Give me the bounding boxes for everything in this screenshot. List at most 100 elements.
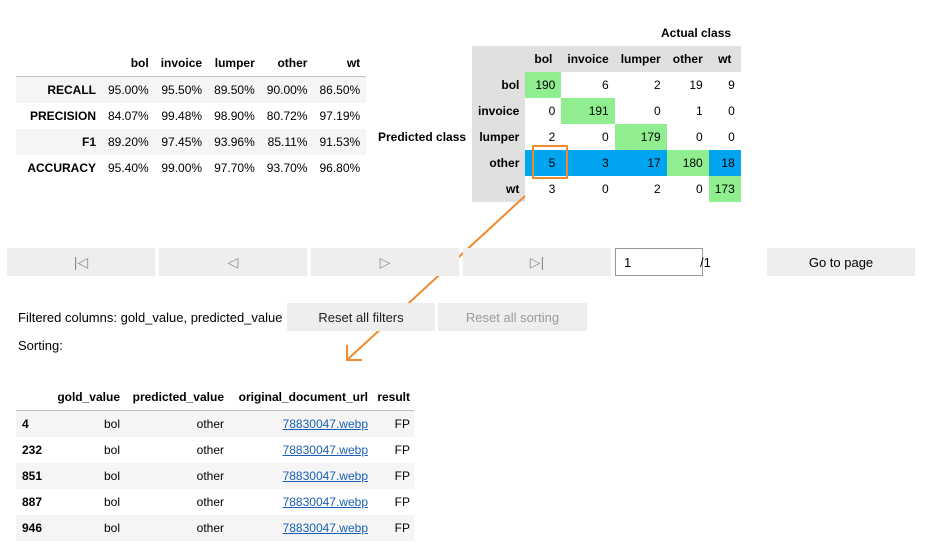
predicted-value-cell: other [196, 443, 224, 457]
previous-page-button[interactable]: ◁ [159, 248, 307, 276]
cm-cell: 191 [561, 98, 615, 124]
cm-col-header: invoice [561, 46, 615, 72]
cm-cell[interactable]: 18 [708, 150, 741, 176]
filtered-columns-text: Filtered columns: gold_value, predicted_… [18, 310, 283, 325]
results-table: gold_value predicted_value original_docu… [16, 384, 414, 541]
metrics-cell: 98.90% [214, 109, 255, 123]
metrics-cell: 89.50% [214, 83, 255, 97]
predicted-value-cell: other [196, 521, 224, 535]
cm-cell: 0 [666, 176, 709, 202]
url-cell: 78830047.webp [228, 411, 372, 438]
metrics-cell: 84.07% [108, 109, 149, 123]
cm-row-invoice: invoice 0 191 0 1 0 [472, 98, 741, 124]
metrics-cell: 97.19% [319, 109, 361, 123]
confusion-matrix: bol invoice lumper other wt bol 190 6 2 … [472, 46, 741, 202]
metrics-row-label: ACCURACY [27, 161, 96, 175]
metrics-table: bol invoice lumper other wt RECALL 95.00… [16, 50, 367, 181]
metrics-row-label: PRECISION [29, 109, 96, 123]
cm-cell-selected[interactable]: 5 [525, 150, 562, 176]
cm-row-header: bol [472, 72, 526, 98]
cm-cell[interactable]: 17 [614, 150, 667, 176]
metrics-cell: 95.00% [108, 83, 149, 97]
sorting-text: Sorting: [18, 338, 63, 353]
results-col-header-result[interactable]: result [372, 384, 414, 411]
page-total-label: /1 [700, 255, 711, 270]
cm-cell: 2 [614, 72, 667, 98]
cm-cell: 179 [614, 124, 667, 150]
reset-all-sorting-button[interactable]: Reset all sorting [438, 303, 587, 331]
metrics-cell: 95.40% [108, 161, 149, 175]
metrics-cell: 99.48% [161, 109, 203, 123]
predicted-value-cell: other [196, 417, 224, 431]
document-link[interactable]: 78830047.webp [283, 521, 368, 535]
gold-value-cell: bol [103, 495, 120, 509]
last-page-button[interactable]: ▷| [463, 248, 611, 276]
cm-row-header: lumper [472, 124, 526, 150]
metrics-col-header: bol [102, 50, 155, 77]
previous-page-icon: ◁ [227, 253, 239, 270]
metrics-col-header: wt [313, 50, 367, 77]
cm-row-bol: bol 190 6 2 19 9 [472, 72, 741, 98]
document-link[interactable]: 78830047.webp [283, 495, 368, 509]
metrics-cell: 91.53% [319, 135, 361, 149]
cm-corner [472, 46, 526, 72]
row-index: 887 [22, 495, 43, 509]
metrics-corner [16, 50, 102, 77]
cm-row-header: wt [472, 176, 526, 202]
metrics-row-label: RECALL [47, 83, 96, 97]
cm-cell: 19 [666, 72, 709, 98]
annotation-arrow-line [346, 195, 526, 361]
row-index: 232 [22, 443, 43, 457]
document-link[interactable]: 78830047.webp [283, 469, 368, 483]
results-col-header-gold-value[interactable]: gold_value [50, 384, 124, 411]
metrics-cell: 99.00% [161, 161, 203, 175]
annotation-arrow-head-icon [346, 345, 362, 361]
table-row: 851 bol other 78830047.webp FP [16, 463, 414, 489]
cm-cell: 0 [708, 98, 741, 124]
table-row: 4 bol other 78830047.webp FP [16, 410, 414, 438]
predicted-class-label: Predicted class [378, 130, 467, 144]
go-to-page-button[interactable]: Go to page [767, 248, 915, 276]
cm-row-lumper: lumper 2 0 179 0 0 [472, 124, 741, 150]
cm-cell[interactable]: 180 [666, 150, 709, 176]
next-page-button[interactable]: ▷ [311, 248, 459, 276]
document-link[interactable]: 78830047.webp [283, 417, 368, 431]
cm-cell: 2 [614, 176, 667, 202]
page-number-input[interactable] [615, 248, 703, 276]
cm-cell: 173 [708, 176, 741, 202]
cm-cell: 1 [666, 98, 709, 124]
cm-cell[interactable]: 3 [561, 150, 615, 176]
results-col-header-predicted-value[interactable]: predicted_value [124, 384, 228, 411]
gold-value-cell: bol [103, 417, 120, 431]
cm-col-header: wt [708, 46, 741, 72]
document-link[interactable]: 78830047.webp [283, 443, 368, 457]
next-page-icon: ▷ [379, 253, 391, 270]
results-col-header-original-document-url[interactable]: original_document_url [228, 384, 372, 411]
cm-row-header: other [472, 150, 526, 176]
cm-row-other: other 5 3 17 180 18 [472, 150, 741, 176]
metrics-row-recall: RECALL 95.00% 95.50% 89.50% 90.00% 86.50… [16, 76, 367, 103]
metrics-col-header: lumper [208, 50, 261, 77]
row-index: 4 [22, 417, 29, 431]
actual-class-label: Actual class [661, 26, 732, 40]
reset-all-filters-button[interactable]: Reset all filters [287, 303, 435, 331]
metrics-cell: 90.00% [266, 83, 308, 97]
metrics-col-header: other [260, 50, 314, 77]
cm-cell: 0 [666, 124, 709, 150]
metrics-cell: 96.80% [319, 161, 361, 175]
metrics-cell: 86.50% [319, 83, 361, 97]
table-row: 232 bol other 78830047.webp FP [16, 437, 414, 463]
metrics-cell: 93.96% [214, 135, 255, 149]
cm-cell: 0 [708, 124, 741, 150]
cm-header-row: bol invoice lumper other wt [472, 46, 741, 72]
metrics-cell: 97.45% [161, 135, 203, 149]
metrics-cell: 95.50% [161, 83, 203, 97]
cm-col-header: lumper [614, 46, 667, 72]
metrics-row-accuracy: ACCURACY 95.40% 99.00% 97.70% 93.70% 96.… [16, 155, 366, 181]
row-index: 946 [22, 521, 43, 535]
first-page-button[interactable]: |◁ [7, 248, 155, 276]
result-cell: FP [394, 469, 410, 483]
result-cell: FP [394, 521, 410, 535]
metrics-header-row: bol invoice lumper other wt [16, 50, 367, 77]
cm-col-header: bol [525, 46, 562, 72]
